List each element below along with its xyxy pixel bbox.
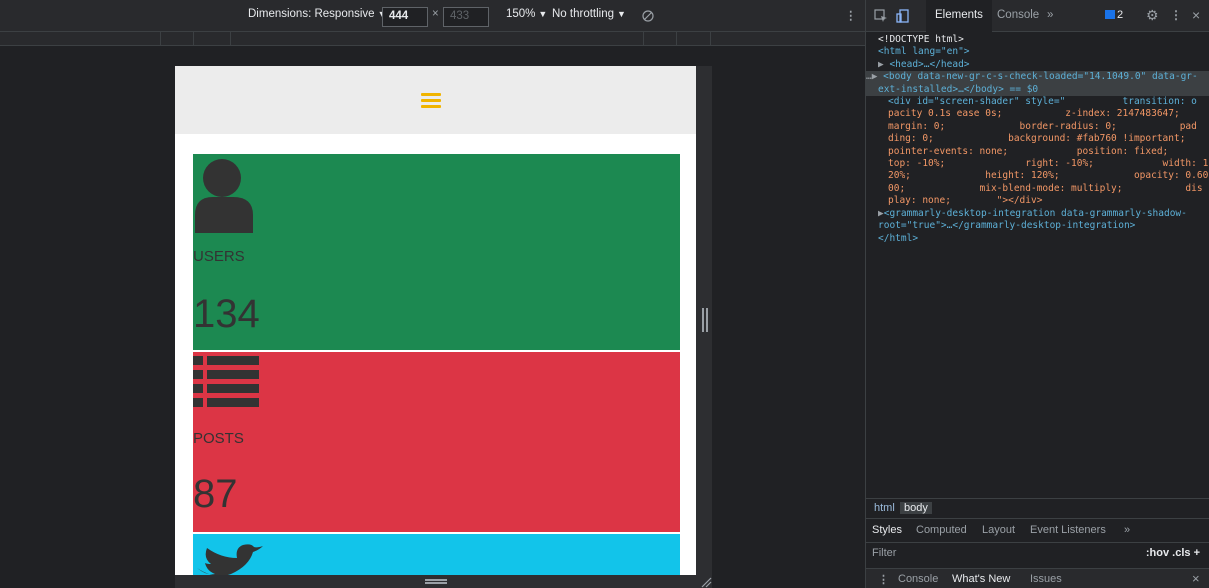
posts-count: 87 — [193, 472, 238, 516]
inspect-element-icon[interactable] — [874, 9, 888, 23]
drawer-tab-issues[interactable]: Issues — [1030, 573, 1062, 585]
tab-event-listeners[interactable]: Event Listeners — [1030, 524, 1106, 536]
zoom-label: 150% — [506, 8, 536, 20]
media-query-ruler[interactable] — [0, 32, 865, 46]
posts-stat-card: POSTS 87 — [193, 352, 680, 532]
device-toggle-icon[interactable] — [896, 9, 910, 23]
throttling-dropdown[interactable]: No throttling ▼ — [552, 8, 626, 20]
settings-gear-icon[interactable]: ⚙ — [1146, 7, 1159, 24]
tab-more[interactable]: » — [1038, 0, 1062, 32]
dom-tree: <!DOCTYPE html> <html lang="en"> ▶ <head… — [866, 32, 1209, 498]
drawer-tab-whats-new[interactable]: What's New — [952, 573, 1010, 585]
tab-elements[interactable]: Elements — [926, 0, 992, 32]
dom-html-open[interactable]: <html lang="en"> — [866, 46, 1209, 58]
hamburger-menu-icon[interactable] — [421, 93, 441, 109]
dom-style-line: play: none; "></div> — [888, 195, 1043, 207]
dom-html-close[interactable]: </html> — [866, 233, 1209, 245]
dom-style-line: ding: 0; background: #fab760 !important; — [888, 133, 1186, 145]
device-viewport: USERS 134 POSTS 87 — [175, 66, 696, 588]
drawer-menu-icon[interactable]: ⋮ — [878, 573, 889, 586]
issues-icon — [1105, 10, 1115, 19]
issues-badge[interactable]: 2 — [1102, 9, 1126, 24]
resize-corner-icon[interactable] — [700, 576, 712, 588]
dom-doctype[interactable]: <!DOCTYPE html> — [866, 34, 1209, 46]
tab-more-styles[interactable]: » — [1124, 524, 1130, 536]
list-icon — [193, 356, 259, 407]
dimensions-times: × — [432, 8, 439, 20]
dom-body-selected[interactable]: …▶ <body data-new-gr-c-s-check-loaded="1… — [866, 71, 1209, 84]
more-options-icon[interactable]: ⋮ — [845, 8, 857, 22]
drawer-tabbar: ⋮ Console What's New Issues × — [866, 568, 1209, 588]
resize-handle-bottom[interactable] — [175, 575, 696, 588]
device-emulation-area: Dimensions: Responsive▼ 444 × 433 150%▼ … — [0, 0, 865, 588]
users-label: USERS — [193, 248, 245, 265]
caret-down-icon: ▼ — [617, 9, 626, 19]
tab-styles[interactable]: Styles — [872, 524, 902, 536]
breadcrumb-body[interactable]: body — [900, 502, 932, 514]
breadcrumb: html body — [866, 498, 1209, 518]
issues-count: 2 — [1117, 9, 1124, 21]
styles-filter-actions[interactable]: :hov .cls + — [1146, 547, 1200, 559]
device-toolbar: Dimensions: Responsive▼ 444 × 433 150%▼ … — [0, 0, 865, 32]
dom-style-line: <div id="screen-shader" style=" transiti… — [888, 96, 1197, 108]
users-stat-card: USERS 134 — [193, 154, 680, 350]
width-input[interactable]: 444 — [382, 7, 428, 27]
close-drawer-icon[interactable]: × — [1192, 571, 1200, 586]
dom-style-line: pointer-events: none; position: fixed; — [888, 145, 1169, 157]
devtools-tabbar: Elements Console » 2 ⚙ ⋮ × — [866, 0, 1209, 32]
dom-grammarly[interactable]: ▶<grammarly-desktop-integration data-gra… — [866, 208, 1209, 220]
styles-filter-bar: Filter :hov .cls + — [866, 542, 1209, 564]
users-count: 134 — [193, 292, 260, 336]
styles-filter-input[interactable]: Filter — [872, 547, 896, 559]
dom-head[interactable]: ▶ <head>…</head> — [866, 59, 1209, 71]
dom-style-line: top: -10%; right: -10%; width: 1 — [888, 158, 1209, 170]
height-input[interactable]: 433 — [443, 7, 489, 27]
dom-grammarly-cont[interactable]: root="true">…</grammarly-desktop-integra… — [866, 220, 1209, 232]
close-devtools-icon[interactable]: × — [1192, 7, 1200, 23]
user-icon — [195, 159, 253, 233]
breadcrumb-html[interactable]: html — [870, 502, 899, 514]
devtools-panel: Elements Console » 2 ⚙ ⋮ × <!DOCTYPE htm… — [865, 0, 1209, 588]
tab-layout[interactable]: Layout — [982, 524, 1015, 536]
zoom-dropdown[interactable]: 150% ▼ — [506, 8, 547, 20]
styles-tabbar: Styles Computed Layout Event Listeners » — [866, 518, 1209, 542]
posts-label: POSTS — [193, 430, 244, 447]
dom-style-line: margin: 0; border-radius: 0; pad — [888, 120, 1197, 132]
resize-handle-right[interactable] — [702, 308, 708, 332]
throttling-label: No throttling — [552, 8, 615, 20]
drawer-tab-console[interactable]: Console — [898, 573, 938, 585]
tab-computed[interactable]: Computed — [916, 524, 967, 536]
dimensions-label: Dimensions: Responsive — [248, 8, 375, 20]
dom-style-line: 20%; height: 120%; opacity: 0.60 — [888, 170, 1209, 182]
dom-screen-shader-div[interactable]: <div id="screen-shader" style=" transiti… — [866, 96, 1209, 208]
devtools-menu-icon[interactable]: ⋮ — [1170, 8, 1182, 22]
dom-style-line: 00; mix-blend-mode: multiply; dis — [888, 182, 1203, 194]
rotate-disabled-icon[interactable] — [642, 10, 654, 22]
dimensions-dropdown[interactable]: Dimensions: Responsive▼ — [248, 8, 386, 20]
page-header — [175, 66, 696, 134]
dom-body-selected-cont[interactable]: ext-installed>…</body> == $0 — [866, 83, 1209, 97]
dom-style-line: pacity 0.1s ease 0s; z-index: 2147483647… — [888, 108, 1180, 120]
caret-down-icon: ▼ — [538, 9, 548, 19]
